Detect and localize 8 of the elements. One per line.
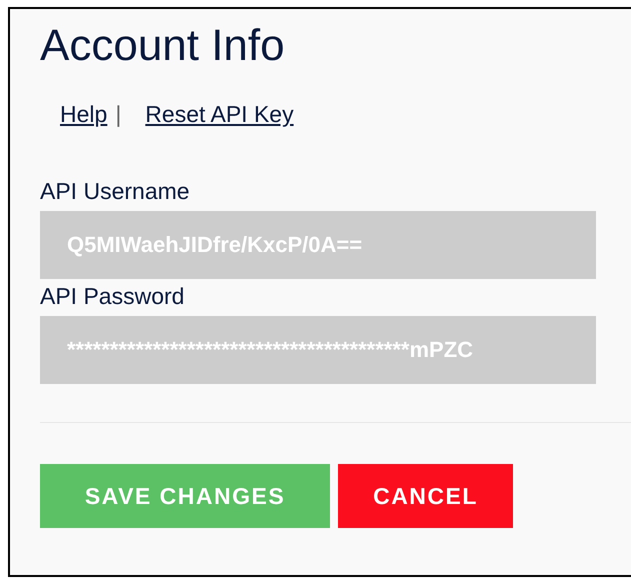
page-title: Account Info: [40, 20, 285, 71]
link[interactable]: Reset API Key: [145, 101, 294, 128]
link[interactable]: Help: [60, 101, 108, 128]
save-button[interactable]: SAVE CHANGES: [40, 464, 330, 528]
link-separator: |: [115, 101, 122, 128]
field-label: API Password: [40, 283, 184, 310]
cancel-button[interactable]: CANCEL: [338, 464, 513, 528]
field-label: API Username: [40, 178, 190, 205]
